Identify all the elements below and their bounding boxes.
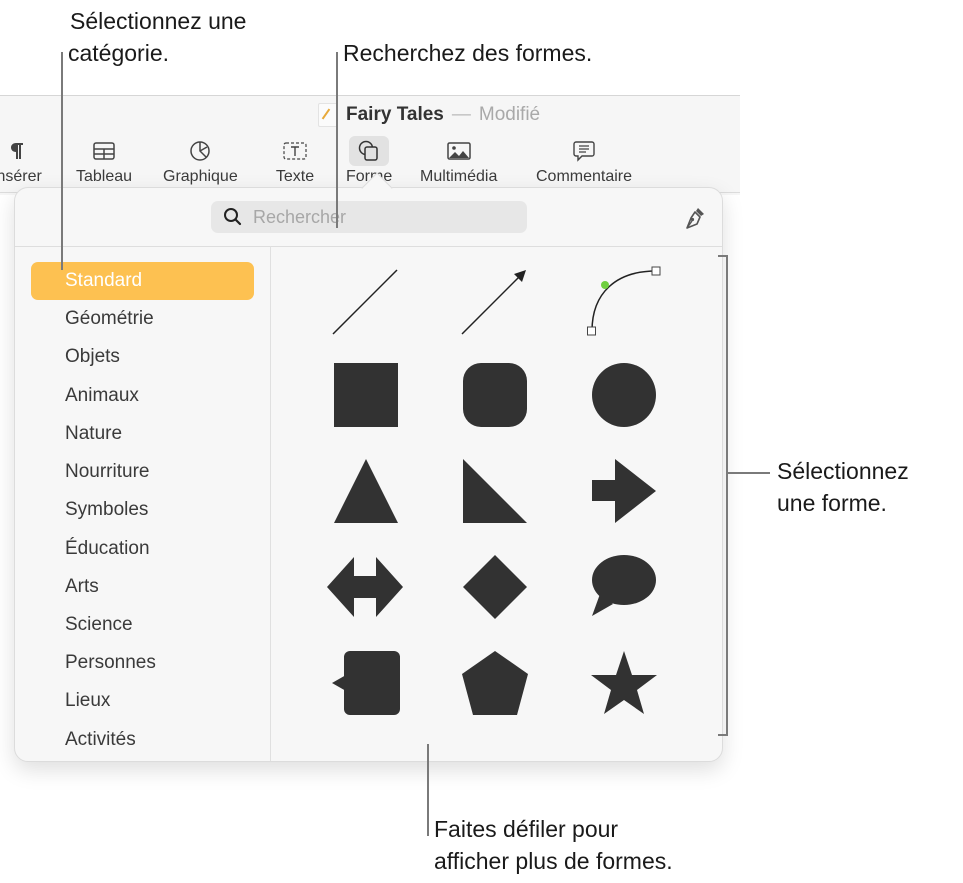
shape-grid-bracket-bottom — [718, 734, 728, 736]
shape-rounded-square[interactable] — [453, 353, 537, 437]
callout-search-leader — [336, 52, 338, 228]
callout-scroll-line2: afficher plus de formes. — [434, 848, 673, 874]
callout-shape-leader — [728, 472, 770, 474]
toolbar-media-button[interactable]: Multimédia — [420, 136, 497, 186]
category-list: Standard Géométrie Objets Animaux Nature… — [15, 246, 271, 761]
shape-line[interactable] — [324, 259, 408, 343]
toolbar-insert-label: Insérer — [0, 168, 42, 185]
callout-category-leader — [61, 52, 63, 270]
paragraph-icon — [0, 136, 37, 166]
document-title: Fairy Tales — [346, 104, 444, 125]
callout-shape-line1: Sélectionnez — [777, 458, 909, 484]
category-nature[interactable]: Nature — [31, 415, 254, 453]
chart-icon — [180, 136, 220, 166]
shape-triangle[interactable] — [324, 449, 408, 533]
shape-callout-square[interactable] — [324, 641, 408, 725]
shape-star[interactable] — [582, 641, 666, 725]
toolbar-chart-button[interactable]: Graphique — [163, 136, 238, 186]
toolbar-text-label: Texte — [275, 168, 315, 185]
shape-grid-bracket-top — [718, 255, 728, 257]
shape-curve[interactable] — [582, 259, 666, 343]
category-activites[interactable]: Activités — [31, 721, 254, 759]
shape-diamond[interactable] — [453, 545, 537, 629]
category-standard[interactable]: Standard — [31, 262, 254, 300]
toolbar-comment-button[interactable]: Commentaire — [536, 136, 632, 186]
category-objets[interactable]: Objets — [31, 338, 254, 376]
callout-scroll-line1: Faites défiler pour — [434, 816, 619, 842]
category-geometrie[interactable]: Géométrie — [31, 300, 254, 338]
draw-with-pen-button[interactable] — [680, 204, 708, 232]
category-symboles[interactable]: Symboles — [31, 491, 254, 529]
search-icon — [224, 208, 242, 226]
callout-category-line1: Sélectionnez une — [70, 8, 247, 34]
category-nourriture[interactable]: Nourriture — [31, 453, 254, 491]
category-lieux[interactable]: Lieux — [31, 682, 254, 720]
toolbar-text-button[interactable]: Texte — [275, 136, 315, 186]
toolbar-insert-button[interactable]: Insérer — [0, 136, 42, 186]
shape-right-triangle[interactable] — [453, 449, 537, 533]
callout-category-line2: catégorie. — [68, 40, 170, 66]
table-icon — [84, 136, 124, 166]
shape-circle[interactable] — [582, 353, 666, 437]
toolbar-chart-label: Graphique — [163, 168, 238, 185]
callout-scroll-leader — [427, 744, 429, 836]
shape-square[interactable] — [324, 353, 408, 437]
category-animaux[interactable]: Animaux — [31, 377, 254, 415]
toolbar-media-label: Multimédia — [420, 168, 498, 185]
toolbar-comment-label: Commentaire — [536, 168, 633, 185]
callout-shape-line2: une forme. — [777, 490, 887, 516]
category-education[interactable]: Éducation — [31, 530, 254, 568]
shape-library-popover: Standard Géométrie Objets Animaux Nature… — [14, 172, 723, 762]
category-personnes[interactable]: Personnes — [31, 644, 254, 682]
pen-icon — [686, 208, 704, 229]
document-status: Modifié — [478, 104, 541, 125]
comment-icon — [564, 136, 604, 166]
shape-search-input[interactable] — [253, 206, 513, 228]
shape-arrow[interactable] — [453, 259, 537, 343]
window-title: Fairy Tales — Modifié — [318, 103, 540, 127]
shape-grid — [272, 247, 722, 761]
shape-double-arrow[interactable] — [324, 545, 408, 629]
toolbar-table-button[interactable]: Tableau — [76, 136, 132, 186]
title-separator: — — [451, 104, 471, 125]
shape-search-field[interactable] — [211, 201, 527, 233]
shape-right-arrow[interactable] — [582, 449, 666, 533]
document-icon — [318, 103, 338, 127]
category-arts[interactable]: Arts — [31, 568, 254, 606]
shape-speech-bubble[interactable] — [582, 545, 666, 629]
callout-search: Recherchez des formes. — [343, 40, 593, 66]
shape-icon — [349, 136, 390, 166]
media-icon — [439, 136, 479, 166]
shape-grid-bracket — [726, 255, 728, 736]
shape-pentagon[interactable] — [453, 641, 537, 725]
toolbar-table-label: Tableau — [76, 168, 133, 185]
text-box-icon — [275, 136, 315, 166]
category-science[interactable]: Science — [31, 606, 254, 644]
